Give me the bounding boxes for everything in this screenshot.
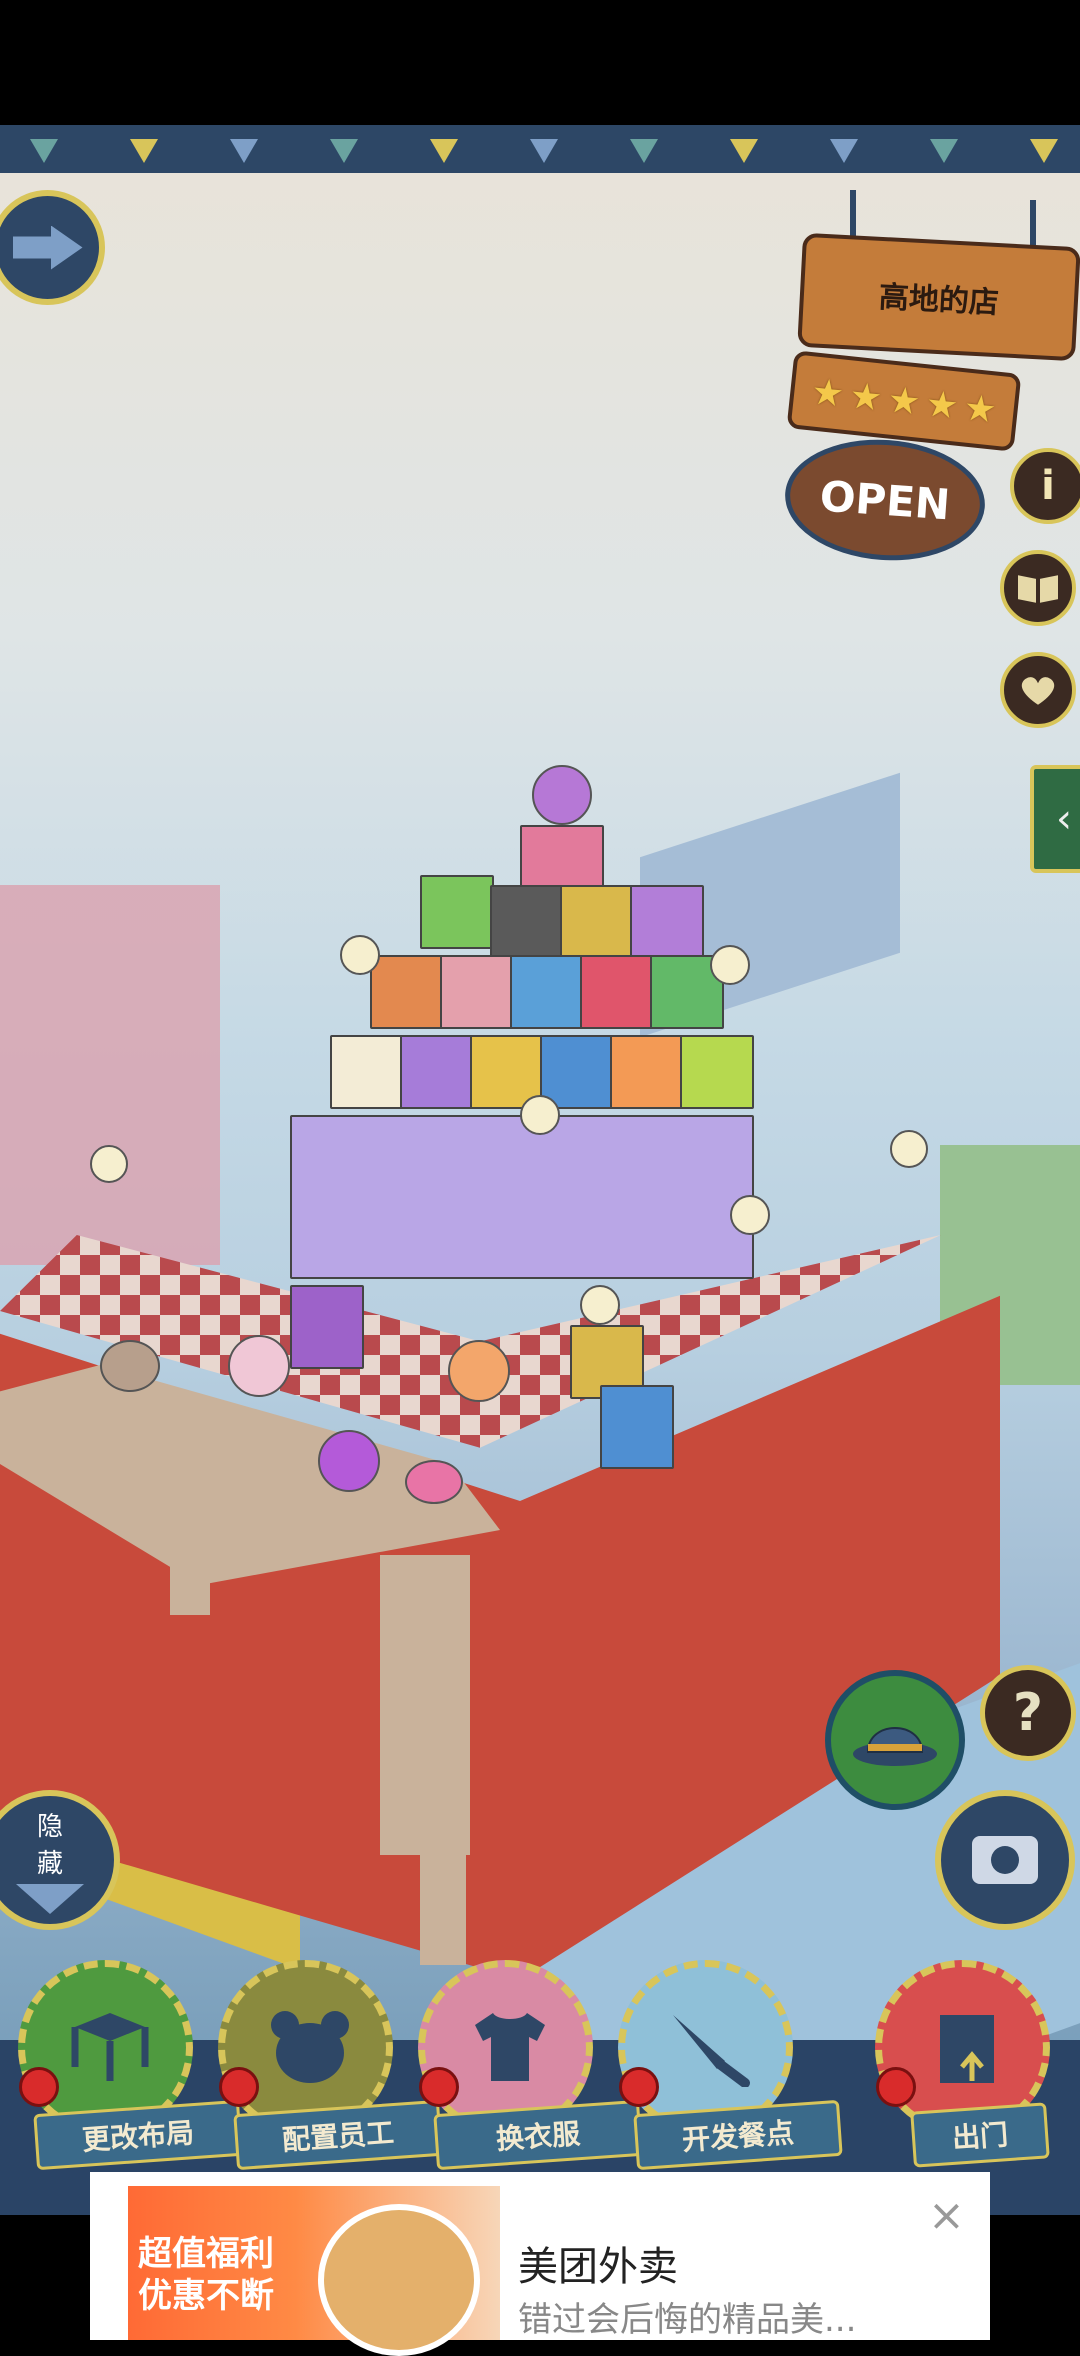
camera-icon (972, 1836, 1038, 1884)
star-icon: ★ (847, 374, 885, 420)
change-clothes-button[interactable]: 换衣服 (418, 1960, 643, 2171)
ad-banner[interactable]: 超值福利 优惠不断 美团外卖 错过会后悔的精品美... × (90, 2172, 990, 2356)
block (440, 955, 514, 1029)
shop-name-sign[interactable]: 高地的店 (797, 232, 1080, 362)
block (610, 1035, 684, 1109)
decor-ball (405, 1460, 463, 1504)
close-icon[interactable]: × (928, 2190, 965, 2241)
block (330, 1035, 404, 1109)
lamp-orb (710, 945, 750, 985)
recipe-book-button[interactable] (1000, 550, 1076, 626)
block (680, 1035, 754, 1109)
favorites-button[interactable] (1000, 652, 1076, 728)
red-pin (19, 2067, 59, 2107)
question-icon: ? (1012, 1683, 1044, 1743)
arrow-right-icon (12, 225, 83, 270)
top-bunting (0, 125, 1080, 173)
chevron-left-icon: ‹ (1056, 796, 1072, 842)
sand-drip (170, 1465, 210, 1615)
background-block (0, 885, 220, 1265)
shop-name: 高地的店 (877, 279, 1000, 322)
hat-icon (853, 1727, 937, 1766)
assign-staff-button[interactable]: 配置员工 (218, 1960, 443, 2171)
block (510, 955, 584, 1029)
star-icon: ★ (923, 382, 961, 428)
decor-ball (448, 1340, 510, 1402)
open-status-text: OPEN (818, 471, 952, 529)
star-icon: ★ (809, 370, 847, 416)
door-icon (940, 2015, 994, 2083)
block (370, 955, 444, 1029)
block (490, 885, 564, 959)
ad-image[interactable]: 超值福利 优惠不断 (128, 2186, 500, 2356)
lamp-orb (580, 1285, 620, 1325)
book-icon (1016, 572, 1060, 606)
lamp-orb (730, 1195, 770, 1235)
info-icon: i (1041, 463, 1055, 509)
heart-bubble-icon (1019, 675, 1057, 708)
status-bar (0, 0, 1080, 125)
shop-interior-shelf (290, 1115, 754, 1279)
ad-description[interactable]: 错过会后悔的精品美... (518, 2292, 918, 2341)
bear-icon (271, 2011, 349, 2083)
block (420, 875, 494, 949)
lamp-orb (340, 935, 380, 975)
star-icon: ★ (885, 378, 923, 424)
staff-hat-button[interactable] (825, 1670, 965, 1810)
noodle-bowl-image (318, 2204, 480, 2356)
table-icon (71, 2013, 149, 2081)
shirt-icon (475, 2013, 545, 2081)
red-pin (419, 2067, 459, 2107)
red-pin (619, 2067, 659, 2107)
ad-promo-line: 优惠不断 (138, 2276, 274, 2316)
block (560, 885, 634, 959)
go-out-button[interactable]: 出门 (875, 1960, 1050, 2168)
lamp-orb (90, 1145, 128, 1183)
knife-icon (673, 2015, 750, 2087)
side-panel-tab[interactable]: ‹ (1030, 765, 1080, 873)
block (600, 1385, 674, 1469)
decor-ball (318, 1430, 380, 1492)
sand-drip (380, 1555, 470, 1855)
crystal-orb (532, 765, 592, 825)
help-button[interactable]: ? (980, 1665, 1076, 1761)
lamp-orb (890, 1130, 928, 1168)
block-tower-building[interactable] (270, 765, 790, 1469)
sand-drip (420, 1825, 466, 1965)
arrow-down-icon (16, 1884, 84, 1914)
decor-ball (228, 1335, 290, 1397)
ad-title[interactable]: 美团外卖 (518, 2234, 678, 2292)
lamp-orb (520, 1095, 560, 1135)
block (580, 955, 654, 1029)
hide-label-top: 隐 (36, 1812, 63, 1842)
red-pin (876, 2067, 916, 2107)
red-pin (219, 2067, 259, 2107)
block (290, 1285, 364, 1369)
block (630, 885, 704, 959)
camera-button[interactable] (935, 1790, 1075, 1930)
develop-dishes-button[interactable]: 开发餐点 (618, 1960, 843, 2171)
change-layout-button[interactable]: 更改布局 (18, 1960, 243, 2171)
action-label: 出门 (910, 2102, 1050, 2168)
info-button[interactable]: i (1010, 448, 1080, 524)
star-icon: ★ (961, 386, 999, 432)
hide-label-bottom: 藏 (36, 1849, 63, 1879)
block (400, 1035, 474, 1109)
decor-ball (100, 1340, 160, 1392)
